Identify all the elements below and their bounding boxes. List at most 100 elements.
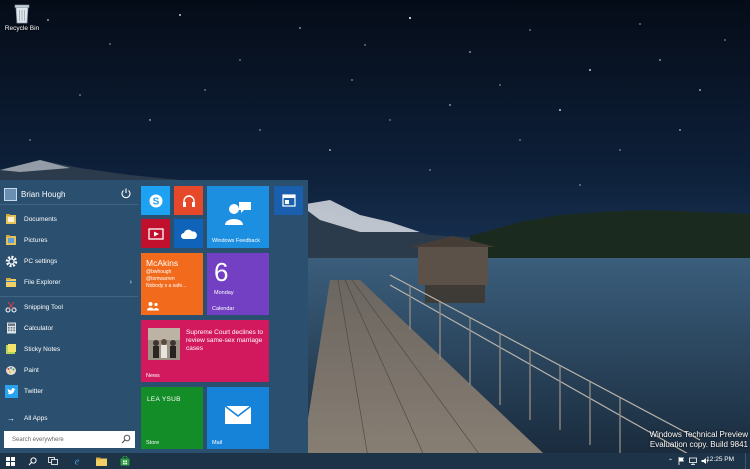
recycle-bin-label: Recycle Bin	[4, 25, 40, 32]
search-input[interactable]: Search everywhere	[4, 431, 135, 448]
arrow-right-icon: →	[7, 413, 15, 423]
menu-item-label: PC settings	[24, 257, 58, 265]
tile-windows-feedback[interactable]: Windows Feedback	[207, 186, 269, 248]
taskbar-store[interactable]	[116, 453, 134, 469]
start-menu-left-pane: Brian Hough Documents Pictures PC settin…	[0, 180, 138, 453]
windows-logo-icon	[5, 456, 15, 466]
scissors-icon	[4, 300, 18, 314]
task-view-button[interactable]	[44, 453, 62, 469]
tile-music[interactable]	[174, 186, 203, 215]
taskbar-clock[interactable]: 12:25 PM	[706, 456, 734, 463]
taskbar-search-button[interactable]	[23, 453, 41, 469]
calendar-weekday: Monday	[214, 290, 234, 296]
headphones-icon	[182, 194, 195, 207]
all-apps-button[interactable]: → All Apps	[4, 409, 136, 427]
search-placeholder: Search everywhere	[12, 436, 64, 443]
search-icon[interactable]	[121, 434, 131, 444]
calendar-day: 6	[214, 257, 229, 287]
menu-item-label: Twitter	[24, 387, 44, 395]
tile-store[interactable]: LEA YSUB Store	[141, 387, 203, 449]
system-tray: ⌃	[668, 453, 709, 469]
people-text: Nobody s a safe...	[146, 283, 187, 289]
window-app-icon	[281, 194, 296, 207]
envelope-icon	[224, 405, 252, 424]
tile-label: Calendar	[212, 306, 235, 312]
menu-item-label: Snipping Tool	[24, 303, 63, 311]
tile-label: Windows Feedback	[212, 237, 260, 244]
gear-icon	[4, 254, 18, 268]
menu-item-file-explorer[interactable]: File Explorer ›	[4, 273, 136, 291]
recycle-bin-shortcut[interactable]: Recycle Bin	[2, 2, 42, 32]
menu-item-paint[interactable]: Paint	[4, 361, 136, 379]
svg-text:e: e	[75, 457, 80, 467]
documents-folder-icon	[4, 212, 18, 226]
people-icon	[147, 302, 159, 311]
video-icon	[147, 227, 164, 240]
avatar	[4, 187, 17, 201]
menu-item-label: Documents	[24, 215, 57, 223]
store-brand: LEA YSUB	[147, 396, 181, 403]
tile-skype[interactable]: S	[141, 186, 170, 215]
menu-item-label: Paint	[24, 366, 39, 374]
people-name: McAkins	[146, 258, 179, 268]
cloud-icon	[180, 229, 197, 239]
people-handle: @bwhough	[146, 269, 172, 275]
pictures-folder-icon	[4, 233, 18, 247]
taskbar-file-explorer[interactable]	[92, 453, 110, 469]
divider	[0, 204, 138, 205]
all-apps-label: All Apps	[24, 414, 48, 422]
watermark-line-1: Windows Technical Preview	[649, 430, 748, 439]
tile-news[interactable]: Supreme Court declines to review same-se…	[141, 320, 269, 382]
start-button[interactable]	[1, 453, 19, 469]
menu-item-label: File Explorer	[24, 278, 61, 286]
chevron-up-icon[interactable]: ⌃	[668, 458, 673, 465]
search-icon	[28, 456, 37, 465]
tile-label: News	[146, 373, 160, 379]
paint-icon	[4, 363, 18, 377]
watermark-line-2: Evaluation copy. Build 9841	[649, 440, 748, 449]
svg-text:S: S	[152, 196, 159, 207]
menu-item-sticky-notes[interactable]: Sticky Notes	[4, 340, 136, 358]
menu-item-documents-row[interactable]: Documents	[4, 210, 136, 228]
menu-item-calculator[interactable]: Calculator	[4, 319, 136, 337]
calculator-icon	[4, 321, 18, 335]
divider	[0, 296, 138, 297]
recycle-bin-icon	[14, 4, 30, 24]
task-view-icon	[48, 457, 58, 465]
folder-icon	[95, 457, 107, 466]
user-name: Brian Hough	[21, 189, 66, 199]
tile-calendar[interactable]: 6 Monday Calendar	[207, 253, 269, 315]
tile-video[interactable]	[141, 219, 170, 248]
menu-item-pc-settings[interactable]: PC settings	[4, 252, 136, 270]
show-desktop-button[interactable]	[745, 453, 750, 469]
tile-onedrive[interactable]	[174, 219, 203, 248]
store-bag-icon	[120, 456, 130, 466]
twitter-bird-icon	[4, 384, 18, 398]
menu-item-snipping-tool[interactable]: Snipping Tool	[4, 298, 136, 316]
start-menu: Brian Hough Documents Pictures PC settin…	[0, 180, 308, 453]
tile-desktop-app[interactable]	[274, 186, 303, 215]
tile-label: Mail	[212, 440, 223, 446]
tile-people[interactable]: McAkins @bwhough @tomwarren Nobody s a s…	[141, 253, 203, 315]
power-icon[interactable]	[120, 187, 132, 199]
internet-explorer-icon: e	[75, 457, 80, 467]
menu-item-label: Sticky Notes	[24, 345, 61, 353]
menu-item-pictures[interactable]: Pictures	[4, 231, 136, 249]
menu-item-twitter[interactable]: Twitter	[4, 382, 136, 400]
people-mention: @tomwarren	[146, 276, 175, 282]
news-photo	[148, 328, 180, 360]
taskbar: e ⌃ 12:25 PM	[0, 453, 750, 469]
skype-icon: S	[149, 194, 162, 207]
network-icon[interactable]	[689, 457, 697, 465]
menu-item-label: Pictures	[24, 236, 48, 244]
feedback-person-icon	[225, 202, 251, 225]
build-watermark: Windows Technical Preview Evaluation cop…	[649, 430, 748, 450]
user-account[interactable]: Brian Hough	[4, 186, 134, 202]
menu-item-label: Calculator	[24, 324, 54, 332]
tile-mail[interactable]: Mail	[207, 387, 269, 449]
taskbar-internet-explorer[interactable]: e	[68, 453, 86, 469]
tile-label: Store	[146, 440, 160, 446]
flag-icon[interactable]	[678, 457, 685, 465]
sticky-notes-icon	[4, 342, 18, 356]
chevron-right-icon[interactable]: ›	[130, 279, 132, 286]
